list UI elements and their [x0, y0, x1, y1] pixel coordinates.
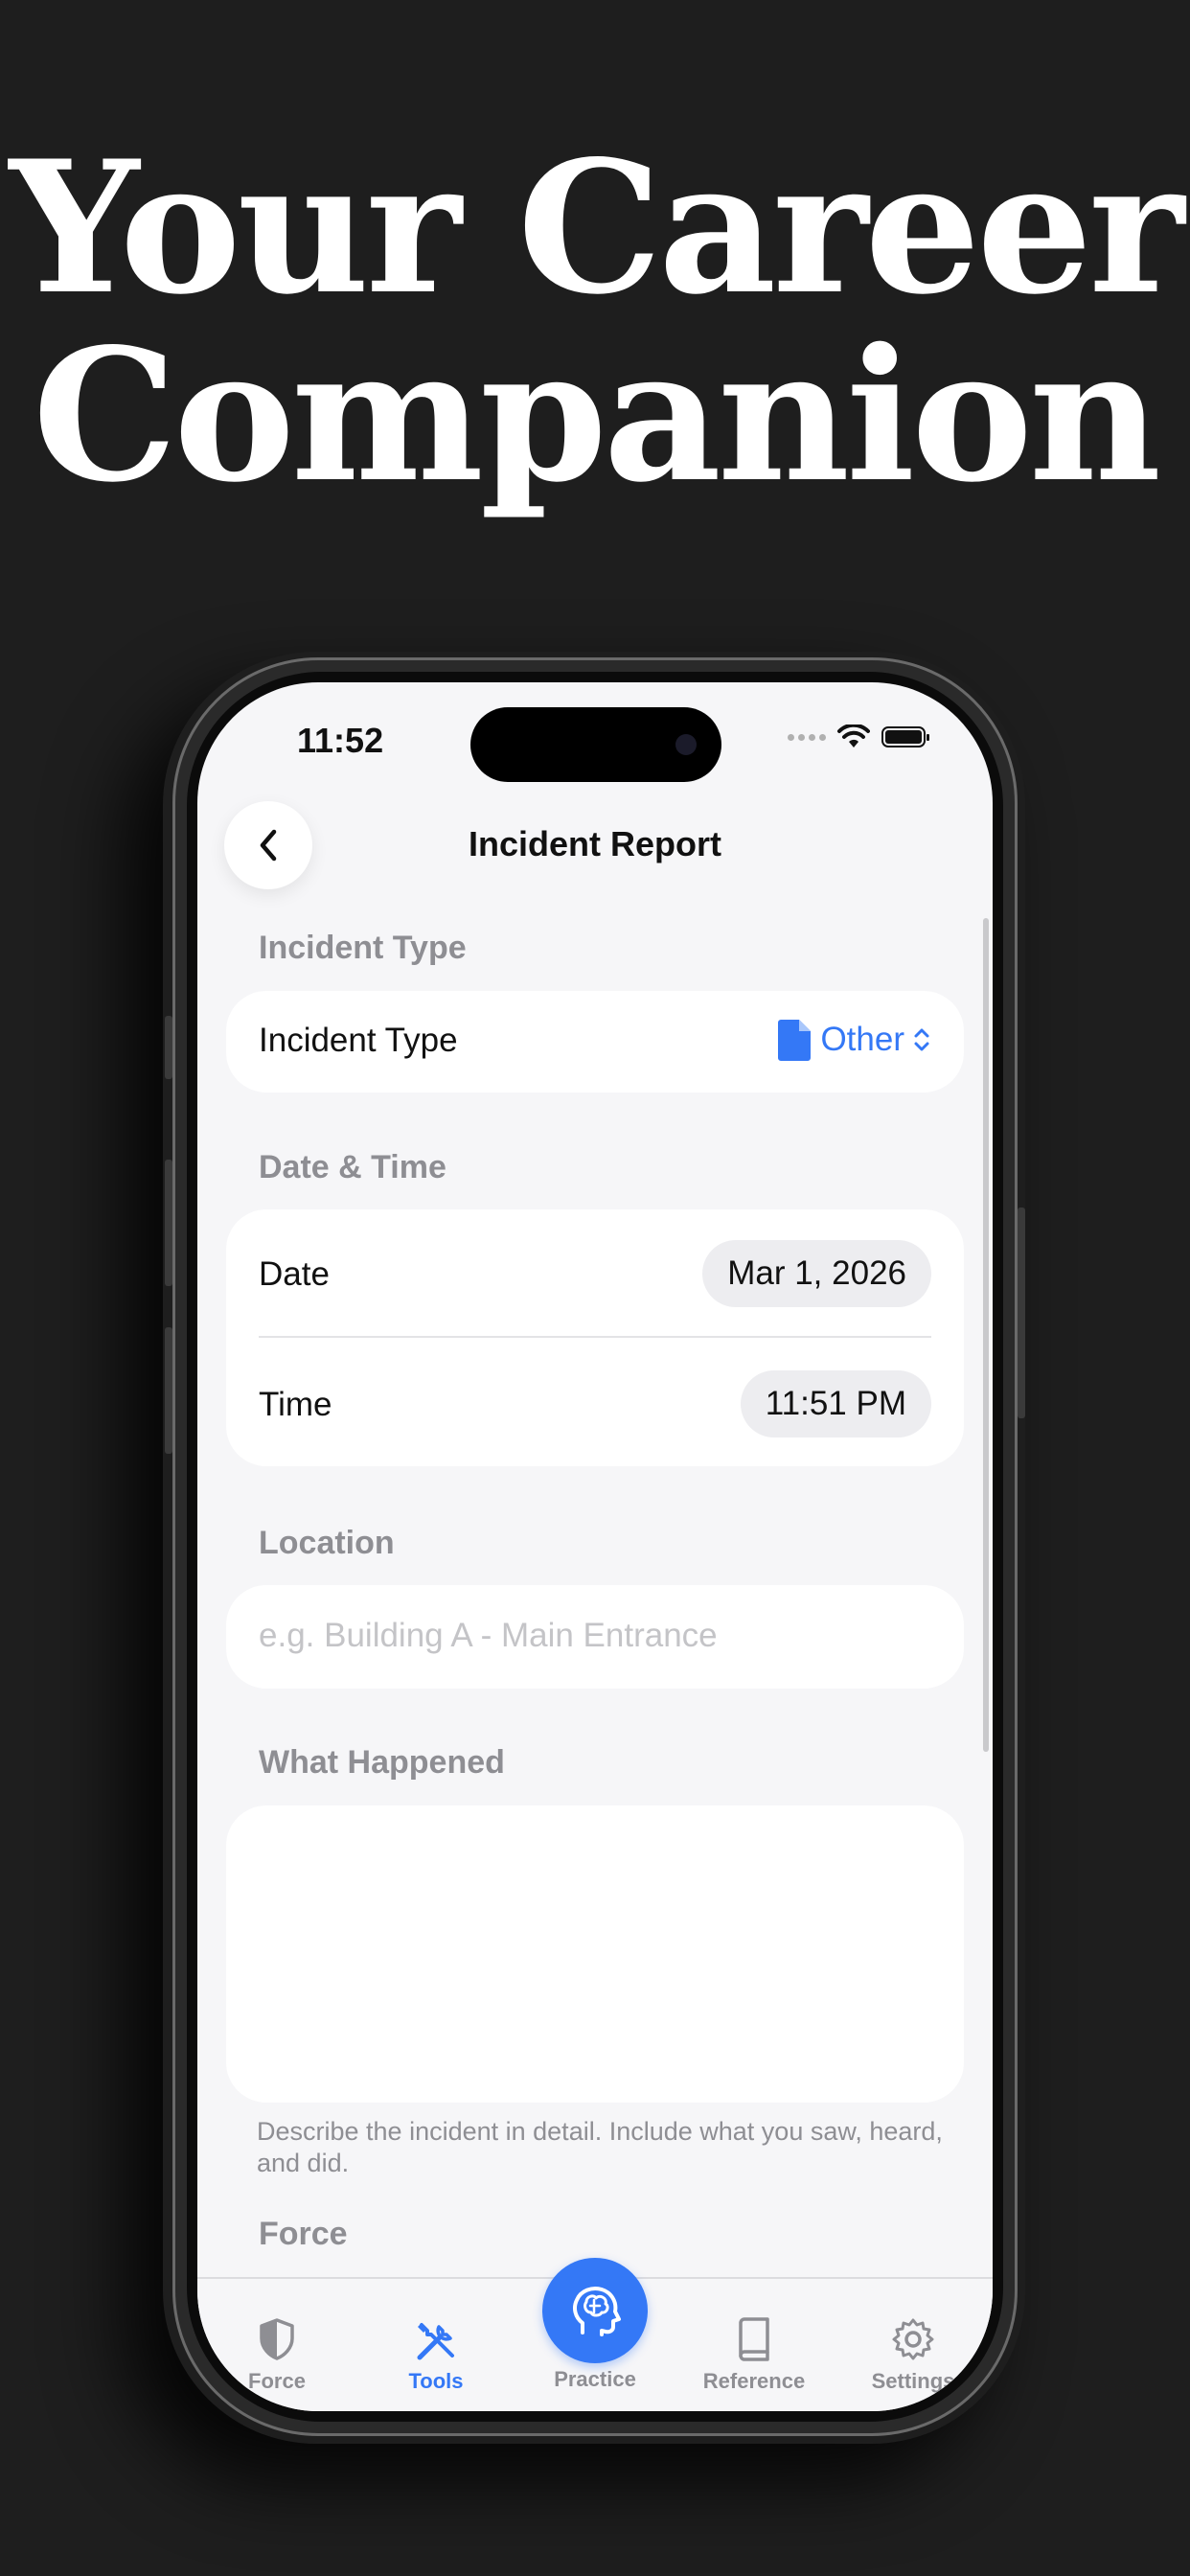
marketing-headline: Your Career Companion — [0, 134, 1190, 510]
location-input[interactable]: e.g. Building A - Main Entrance — [226, 1585, 964, 1689]
time-picker[interactable]: 11:51 PM — [740, 1370, 931, 1438]
tab-tools-label: Tools — [408, 2369, 464, 2393]
date-label: Date — [259, 1255, 330, 1293]
tools-icon — [417, 2323, 454, 2360]
section-label-location: Location — [259, 1525, 395, 1561]
headline-line-2: Companion — [32, 309, 1161, 522]
chevron-up-down-icon — [914, 1028, 929, 1051]
dynamic-island — [470, 707, 721, 782]
section-label-force: Force — [259, 2216, 348, 2252]
volume-down-button — [165, 1327, 172, 1454]
page-title: Incident Report — [468, 824, 721, 863]
date-time-card: Date Mar 1, 2026 Time 11:51 PM — [226, 1209, 964, 1466]
section-label-incident-type: Incident Type — [259, 930, 467, 966]
gear-icon — [892, 2318, 934, 2360]
tab-force-label: Force — [248, 2369, 306, 2393]
battery-icon — [881, 726, 929, 748]
power-button — [1018, 1208, 1025, 1418]
time-label: Time — [259, 1386, 332, 1423]
wifi-icon — [837, 724, 870, 748]
incident-type-card: Incident Type Other — [226, 991, 964, 1092]
what-happened-hint: Describe the incident in detail. Include… — [257, 2117, 943, 2177]
practice-button[interactable] — [542, 2258, 648, 2363]
mute-switch — [165, 1016, 172, 1079]
section-label-what-happened: What Happened — [259, 1744, 505, 1781]
volume-up-button — [165, 1160, 172, 1286]
incident-type-value: Other — [820, 1021, 904, 1058]
document-icon — [778, 1020, 812, 1061]
book-icon — [739, 2317, 769, 2361]
section-label-date-time: Date & Time — [259, 1149, 446, 1185]
brain-head-icon — [573, 2287, 621, 2336]
row-divider — [259, 1336, 931, 1338]
signal-icon — [788, 733, 826, 741]
camera-icon — [675, 734, 697, 755]
shield-icon — [260, 2318, 294, 2360]
what-happened-textarea[interactable] — [226, 1806, 964, 2103]
tab-practice-label: Practice — [554, 2367, 636, 2391]
status-time: 11:52 — [297, 721, 384, 760]
scroll-indicator[interactable] — [983, 918, 989, 1752]
tab-reference-label: Reference — [702, 2369, 806, 2393]
incident-type-picker[interactable]: Other — [776, 1018, 931, 1062]
incident-type-label: Incident Type — [259, 1022, 458, 1059]
date-picker[interactable]: Mar 1, 2026 — [702, 1240, 931, 1307]
tab-settings-label: Settings — [871, 2369, 955, 2393]
phone-screen: 11:52 Incident Report Incident Type Inci… — [197, 682, 993, 2411]
headline-line-1: Your Career — [9, 121, 1185, 334]
location-placeholder: e.g. Building A - Main Entrance — [259, 1617, 718, 1654]
status-icons — [788, 724, 929, 749]
